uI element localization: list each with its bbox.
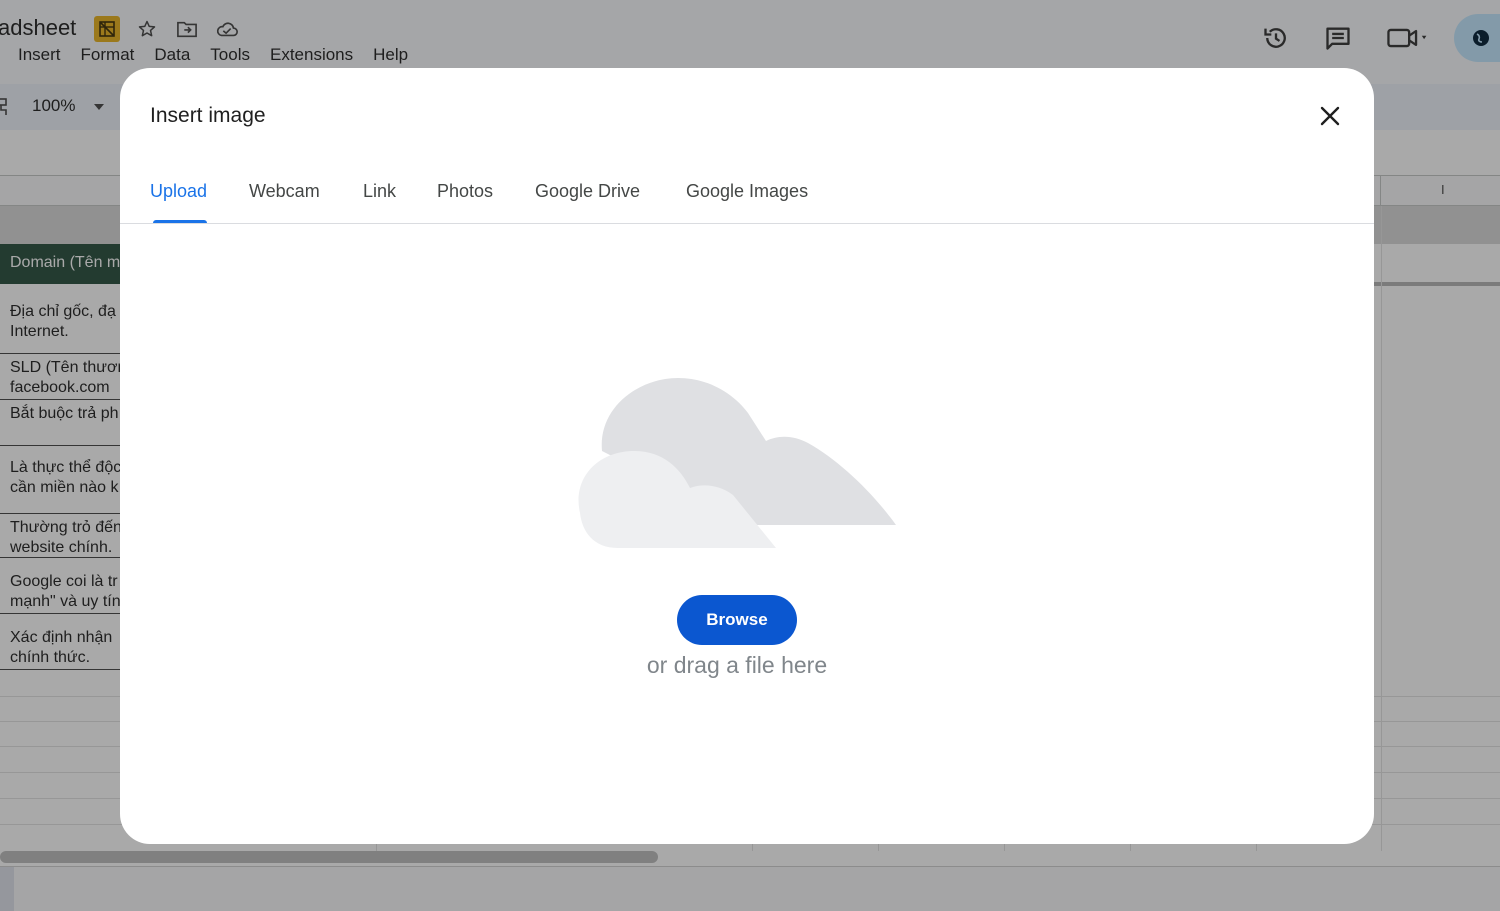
tab-upload[interactable]: Upload [150, 181, 207, 202]
close-button[interactable] [1312, 98, 1348, 134]
tab-photos[interactable]: Photos [437, 181, 493, 202]
tab-link[interactable]: Link [363, 181, 396, 202]
insert-image-dialog: Insert image Upload Webcam Link Photos G… [120, 68, 1374, 844]
tab-webcam[interactable]: Webcam [249, 181, 320, 202]
dialog-title: Insert image [150, 104, 266, 127]
drag-drop-hint: or drag a file here [646, 652, 828, 678]
cloud-illustration-icon [578, 378, 896, 548]
tab-google-images[interactable]: Google Images [686, 181, 808, 202]
image-source-tabs: Upload Webcam Link Photos Google Drive G… [120, 168, 1374, 224]
browse-button[interactable]: Browse [677, 595, 797, 645]
close-icon [1320, 106, 1340, 126]
active-tab-indicator [153, 220, 207, 223]
tab-google-drive[interactable]: Google Drive [535, 181, 640, 202]
